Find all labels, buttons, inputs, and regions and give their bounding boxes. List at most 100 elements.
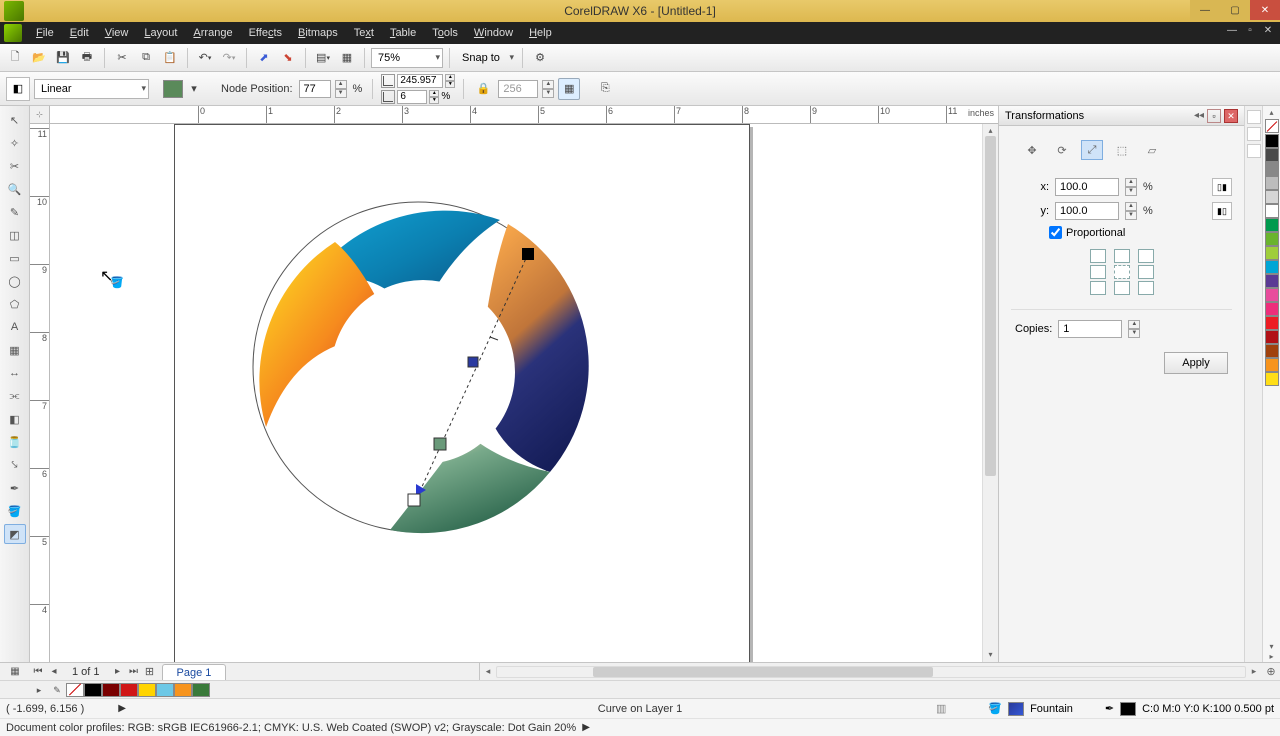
node-position-spinner[interactable]: ▲▼ xyxy=(335,80,347,98)
export-button[interactable]: ⬊ xyxy=(277,47,299,69)
menu-layout[interactable]: Layout xyxy=(136,22,185,44)
steps-spinner[interactable]: ▲▼ xyxy=(542,80,554,98)
transform-size-icon[interactable]: ⬚ xyxy=(1111,140,1133,160)
doc-palette-swatch[interactable] xyxy=(102,683,120,697)
ruler-origin[interactable]: ⊹ xyxy=(30,106,50,124)
page-last-button[interactable]: ⏭ xyxy=(126,666,142,677)
publish-pdf-button[interactable]: ▤▾ xyxy=(312,47,334,69)
transform-position-icon[interactable]: ✥ xyxy=(1021,140,1043,160)
page-prev-button[interactable]: ◂ xyxy=(46,666,62,677)
transform-scale-icon[interactable]: ⤢ xyxy=(1081,140,1103,160)
fountain-steps-input[interactable] xyxy=(498,80,538,98)
connector-tool[interactable]: ⫘ xyxy=(4,386,26,406)
profiles-play-icon[interactable]: ▶ xyxy=(582,722,590,733)
add-page-button[interactable]: ⊞ xyxy=(142,665,158,678)
proof-colors-icon[interactable]: ▥ xyxy=(936,702,946,715)
doc-restore-button[interactable]: ▫ xyxy=(1242,24,1258,38)
zoom-tool[interactable]: 🔍 xyxy=(4,179,26,199)
menu-view[interactable]: View xyxy=(97,22,137,44)
transparency-tool[interactable]: 🫙 xyxy=(4,432,26,452)
smart-fill-tool[interactable]: ◫ xyxy=(4,225,26,245)
doc-palette-nocolor[interactable] xyxy=(66,683,84,697)
step-lock-button[interactable]: ▦ xyxy=(558,78,580,100)
undo-button[interactable]: ↶▾ xyxy=(194,47,216,69)
dimension-tool[interactable]: ↔ xyxy=(4,363,26,383)
anchor-grid[interactable] xyxy=(1090,249,1154,295)
text-tool[interactable]: A xyxy=(4,317,26,337)
fountain-angle-input[interactable] xyxy=(397,74,443,88)
outline-tool[interactable]: ✒ xyxy=(4,478,26,498)
window-close-button[interactable]: ✕ xyxy=(1250,0,1280,20)
print-button[interactable]: 🖶 xyxy=(76,47,98,69)
palette-swatch[interactable] xyxy=(1265,372,1279,386)
x-spinner[interactable]: ▲▼ xyxy=(1125,178,1137,196)
menu-edit[interactable]: Edit xyxy=(62,22,97,44)
menu-bitmaps[interactable]: Bitmaps xyxy=(290,22,346,44)
open-button[interactable]: 📂 xyxy=(28,47,50,69)
ruler-toggle[interactable]: ▦ xyxy=(0,666,30,677)
palette-swatch[interactable] xyxy=(1265,316,1279,330)
menu-help[interactable]: Help xyxy=(521,22,560,44)
y-input[interactable] xyxy=(1055,202,1119,220)
save-button[interactable]: 💾 xyxy=(52,47,74,69)
menu-effects[interactable]: Effects xyxy=(241,22,290,44)
status-play-icon[interactable]: ▶ xyxy=(118,703,126,714)
snap-to-combo[interactable]: Snap to▾ xyxy=(456,48,516,68)
palette-swatch[interactable] xyxy=(1265,344,1279,358)
palette-swatch[interactable] xyxy=(1265,260,1279,274)
redo-button[interactable]: ↷▾ xyxy=(218,47,240,69)
new-button[interactable]: 🗋 xyxy=(4,47,26,69)
doc-palette-swatch[interactable] xyxy=(156,683,174,697)
docker-tab-2[interactable] xyxy=(1247,127,1261,141)
menu-window[interactable]: Window xyxy=(466,22,521,44)
palette-scroll-down[interactable]: ▾ xyxy=(1269,642,1273,652)
zoom-combo[interactable]: 75%▾ xyxy=(371,48,443,68)
zoom-fit-button[interactable]: ⊕ xyxy=(1262,665,1280,678)
palette-swatch[interactable] xyxy=(1265,162,1279,176)
canvas[interactable]: ↖ 🪣 xyxy=(50,124,998,662)
window-maximize-button[interactable]: ▢ xyxy=(1220,0,1250,20)
fill-swatch[interactable] xyxy=(1008,702,1024,716)
vertical-scrollbar[interactable]: ▴▾ xyxy=(982,124,998,662)
edge-pad-spinner[interactable]: ▲▼ xyxy=(429,90,439,104)
transform-rotate-icon[interactable]: ⟳ xyxy=(1051,140,1073,160)
palette-flyout[interactable]: ▸ xyxy=(1269,652,1273,662)
edge-pad-input[interactable] xyxy=(397,90,427,104)
pick-tool[interactable]: ↖ xyxy=(4,110,26,130)
doc-minimize-button[interactable]: — xyxy=(1224,24,1240,38)
transform-skew-icon[interactable]: ▱ xyxy=(1141,140,1163,160)
palette-swatch[interactable] xyxy=(1265,274,1279,288)
menu-text[interactable]: Text xyxy=(346,22,382,44)
fountain-steps-lock[interactable]: 🔒 xyxy=(472,78,494,100)
shape-tool[interactable]: ✧ xyxy=(4,133,26,153)
palette-swatch[interactable] xyxy=(1265,302,1279,316)
docker-collapse-button[interactable]: ◂◂ xyxy=(1194,110,1204,121)
menu-file[interactable]: File xyxy=(28,22,62,44)
paste-button[interactable]: 📋 xyxy=(159,47,181,69)
copy-fill-button[interactable]: ⎘ xyxy=(594,78,616,100)
options-button[interactable]: ⚙ xyxy=(529,47,551,69)
palette-scroll-up[interactable]: ▴ xyxy=(1269,108,1273,118)
crop-tool[interactable]: ✂ xyxy=(4,156,26,176)
window-minimize-button[interactable]: — xyxy=(1190,0,1220,20)
cut-button[interactable]: ✂ xyxy=(111,47,133,69)
mirror-h-button[interactable]: ▯▮ xyxy=(1212,178,1232,196)
rectangle-tool[interactable]: ▭ xyxy=(4,248,26,268)
app-menu-icon[interactable] xyxy=(4,24,22,42)
proportional-checkbox[interactable] xyxy=(1049,226,1062,239)
docker-expand-button[interactable]: ▫ xyxy=(1207,109,1221,123)
doc-palette-swatch[interactable] xyxy=(138,683,156,697)
docker-tab-3[interactable] xyxy=(1247,144,1261,158)
palette-swatch[interactable] xyxy=(1265,288,1279,302)
polygon-tool[interactable]: ⬠ xyxy=(4,294,26,314)
palette-swatch[interactable] xyxy=(1265,246,1279,260)
doc-palette-swatch[interactable] xyxy=(192,683,210,697)
doc-palette-swatch[interactable] xyxy=(120,683,138,697)
apply-button[interactable]: Apply xyxy=(1164,352,1228,374)
docker-tab-1[interactable] xyxy=(1247,110,1261,124)
palette-swatch[interactable] xyxy=(1265,330,1279,344)
palette-swatch[interactable] xyxy=(1265,204,1279,218)
freehand-tool[interactable]: ✎ xyxy=(4,202,26,222)
angle-spinner[interactable]: ▲▼ xyxy=(445,74,455,88)
node-position-input[interactable] xyxy=(299,80,331,98)
